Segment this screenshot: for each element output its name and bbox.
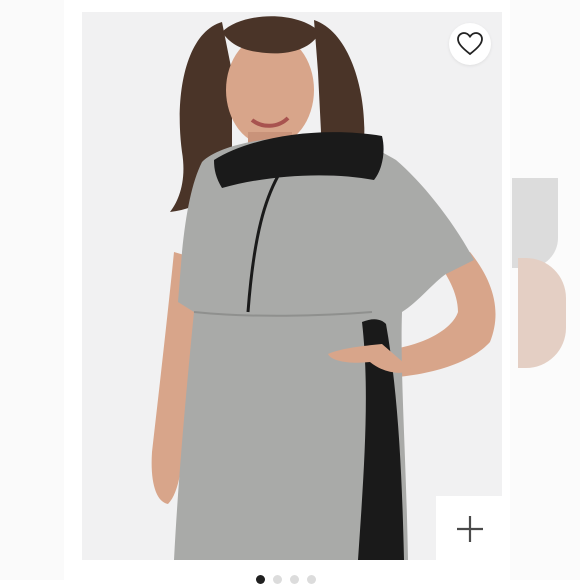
product-photo [151, 16, 496, 560]
heart-outline-icon [457, 32, 483, 56]
hair-top [222, 16, 320, 54]
zoom-button[interactable] [436, 496, 504, 562]
next-image-peek[interactable] [512, 178, 580, 368]
product-image-card[interactable] [82, 12, 502, 560]
next-image-dress [512, 178, 558, 268]
gallery-left-margin [0, 0, 64, 580]
favorite-button[interactable] [449, 23, 491, 65]
plus-icon [457, 516, 483, 542]
next-image-arm [518, 258, 566, 368]
